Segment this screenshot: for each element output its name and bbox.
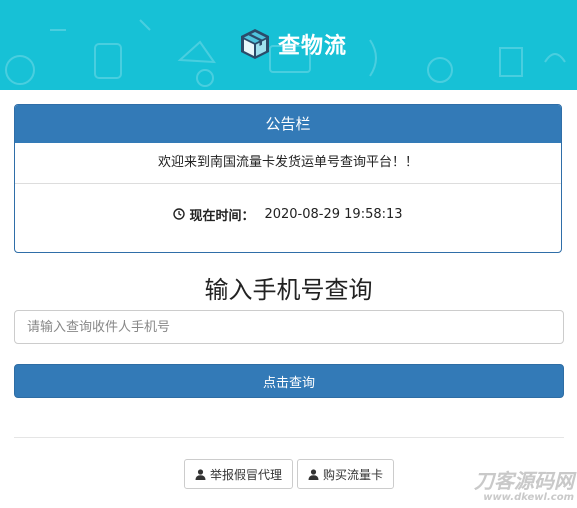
header-banner: 查物流 xyxy=(0,0,577,90)
watermark-url: www.dkewl.com xyxy=(483,492,574,503)
query-button[interactable]: 点击查询 xyxy=(14,364,564,398)
clock-icon xyxy=(173,208,186,220)
brand[interactable]: 查物流 xyxy=(238,24,347,64)
buy-data-card-label: 购买流量卡 xyxy=(323,467,384,482)
notice-title: 公告栏 xyxy=(15,105,561,143)
watermark-title: 刀客源码网 xyxy=(474,469,574,493)
current-time-label: 现在时间： xyxy=(189,208,255,224)
package-box-icon xyxy=(241,29,269,59)
notice-message: 欢迎来到南国流量卡发货运单号查询平台！！ xyxy=(15,143,561,184)
current-time-value: 2020-08-29 19:58:13 xyxy=(264,206,403,222)
divider xyxy=(14,437,564,438)
watermark: 刀客源码网 www.dkewl.com xyxy=(456,470,574,504)
current-time-row: 现在时间： 2020-08-29 19:58:13 xyxy=(15,184,561,244)
user-icon xyxy=(308,468,319,480)
search-heading: 输入手机号查询 xyxy=(204,276,373,304)
brand-title: 查物流 xyxy=(278,34,348,59)
notice-panel: 公告栏 欢迎来到南国流量卡发货运单号查询平台！！ 现在时间： 2020-08-2… xyxy=(14,104,562,253)
phone-search-input[interactable] xyxy=(14,310,564,344)
buy-data-card-button[interactable]: 购买流量卡 xyxy=(297,459,395,489)
user-icon xyxy=(195,468,206,480)
report-fake-agent-label: 举报假冒代理 xyxy=(210,467,283,482)
report-fake-agent-button[interactable]: 举报假冒代理 xyxy=(184,459,294,489)
